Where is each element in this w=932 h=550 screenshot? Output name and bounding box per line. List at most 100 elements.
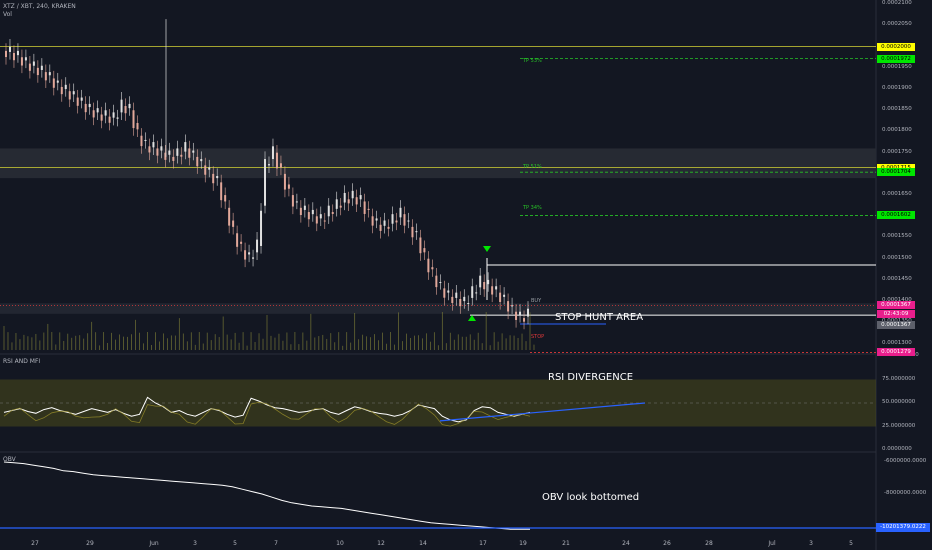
candle-body bbox=[192, 150, 195, 153]
time-tick-label: Jul bbox=[768, 540, 776, 547]
candle-body bbox=[188, 148, 191, 158]
candle-body bbox=[56, 80, 59, 83]
candle-body bbox=[68, 91, 71, 100]
candle-body bbox=[20, 57, 23, 66]
candle-body bbox=[244, 250, 247, 260]
price-badge: 0.0001602 bbox=[877, 211, 915, 220]
candle-body bbox=[527, 308, 530, 317]
candle-body bbox=[427, 258, 430, 273]
candle-body bbox=[72, 91, 75, 95]
time-tick-label: Jun bbox=[149, 540, 159, 547]
candle-body bbox=[184, 142, 187, 152]
candle-body bbox=[8, 46, 11, 52]
candle-body bbox=[88, 103, 91, 108]
candle-body bbox=[467, 303, 470, 305]
price-badge: 0.0001367 bbox=[877, 321, 915, 330]
candle-body bbox=[24, 57, 27, 61]
candle-body bbox=[120, 99, 123, 113]
candle-body bbox=[479, 275, 482, 288]
candle-body bbox=[4, 50, 7, 58]
candle-body bbox=[283, 173, 286, 190]
rsi-tick-label: 50.0000000 bbox=[882, 399, 916, 405]
candle-body bbox=[319, 214, 322, 219]
time-tick-label: 12 bbox=[377, 540, 385, 547]
price-badge: 02:43:09 bbox=[877, 309, 915, 318]
candle-body bbox=[172, 156, 175, 161]
candle-body bbox=[487, 279, 490, 285]
candle-body bbox=[335, 199, 338, 209]
candle-body bbox=[435, 275, 438, 288]
candle-body bbox=[411, 226, 414, 238]
time-tick-label: 3 bbox=[809, 540, 813, 547]
candle-body bbox=[96, 108, 99, 113]
candle-body bbox=[399, 207, 402, 218]
price-tick-label: 0.0002050 bbox=[882, 21, 912, 28]
time-tick-label: 10 bbox=[336, 540, 344, 547]
candle-body bbox=[367, 208, 370, 210]
candle-body bbox=[439, 282, 442, 284]
candle-body bbox=[499, 292, 502, 302]
symbol-title[interactable]: XTZ / XBT, 240, KRAKEN bbox=[3, 3, 76, 10]
price-tick-label: 0.0001450 bbox=[882, 275, 912, 282]
time-tick-label: 21 bbox=[562, 540, 570, 547]
rsi-pane-title: RSI AND MFI bbox=[3, 358, 41, 365]
candle-body bbox=[359, 195, 362, 200]
candle-body bbox=[240, 241, 243, 244]
time-tick-label: 19 bbox=[519, 540, 527, 547]
candle-body bbox=[132, 110, 135, 129]
time-tick-label: 14 bbox=[419, 540, 427, 547]
candle-body bbox=[279, 163, 282, 168]
candle-body bbox=[519, 311, 522, 315]
candle-body bbox=[108, 116, 111, 123]
candle-body bbox=[491, 286, 494, 295]
candle-body bbox=[104, 110, 107, 116]
candle-body bbox=[307, 212, 310, 220]
stop-hunt-label: STOP HUNT AREA bbox=[555, 312, 644, 323]
chart-svg[interactable] bbox=[0, 0, 932, 550]
candle-body bbox=[212, 173, 215, 184]
time-tick-label: 29 bbox=[86, 540, 94, 547]
candle-body bbox=[216, 176, 219, 179]
price-tick-label: 0.0001850 bbox=[882, 106, 912, 113]
candle-body bbox=[423, 248, 426, 253]
candle-body bbox=[511, 305, 514, 307]
candle-body bbox=[299, 207, 302, 216]
chart-root: XTZ / XBT, 240, KRAKEN Vol RSI AND MFI O… bbox=[0, 0, 932, 550]
candle-body bbox=[264, 159, 267, 206]
candle-body bbox=[112, 112, 115, 118]
candle-body bbox=[36, 67, 39, 76]
obv-value-badge: -10201379.0222 bbox=[876, 523, 930, 532]
candle-body bbox=[515, 311, 518, 320]
candle-body bbox=[84, 103, 87, 113]
obv-tick-label: -8000000.0000 bbox=[884, 490, 927, 496]
candle-body bbox=[351, 190, 354, 199]
candle-body bbox=[327, 205, 330, 217]
candle-body bbox=[156, 148, 159, 156]
up-arrow-icon bbox=[468, 315, 476, 321]
time-tick-label: 28 bbox=[705, 540, 713, 547]
price-badge: 0.0002000 bbox=[877, 42, 915, 51]
candle-body bbox=[256, 239, 259, 253]
price-tick-label: 0.0001650 bbox=[882, 191, 912, 198]
candle-body bbox=[287, 184, 290, 189]
candle-body bbox=[52, 78, 55, 88]
support-zone bbox=[0, 303, 876, 314]
candle-body bbox=[176, 148, 179, 156]
candle-body bbox=[200, 159, 203, 162]
candle-body bbox=[395, 220, 398, 223]
obv-line bbox=[3, 461, 530, 530]
price-badge: 0.0001367 bbox=[877, 300, 915, 309]
obv-bottomed-label: OBV look bottomed bbox=[542, 492, 640, 503]
candle-body bbox=[260, 210, 263, 246]
candle-body bbox=[64, 84, 67, 90]
candle-body bbox=[407, 220, 410, 222]
tp-label-51: TP 51% bbox=[523, 164, 542, 170]
price-badge: 0.0001972 bbox=[877, 54, 915, 63]
candle-body bbox=[471, 286, 474, 298]
buy-label: BUY bbox=[531, 298, 542, 304]
price-tick-label: 0.0001800 bbox=[882, 127, 912, 134]
candle-body bbox=[12, 53, 15, 61]
rsi-tick-label: 0.0000000 bbox=[882, 446, 912, 452]
obv-tick-label: -6000000.0000 bbox=[884, 458, 927, 464]
candle-body bbox=[375, 218, 378, 221]
